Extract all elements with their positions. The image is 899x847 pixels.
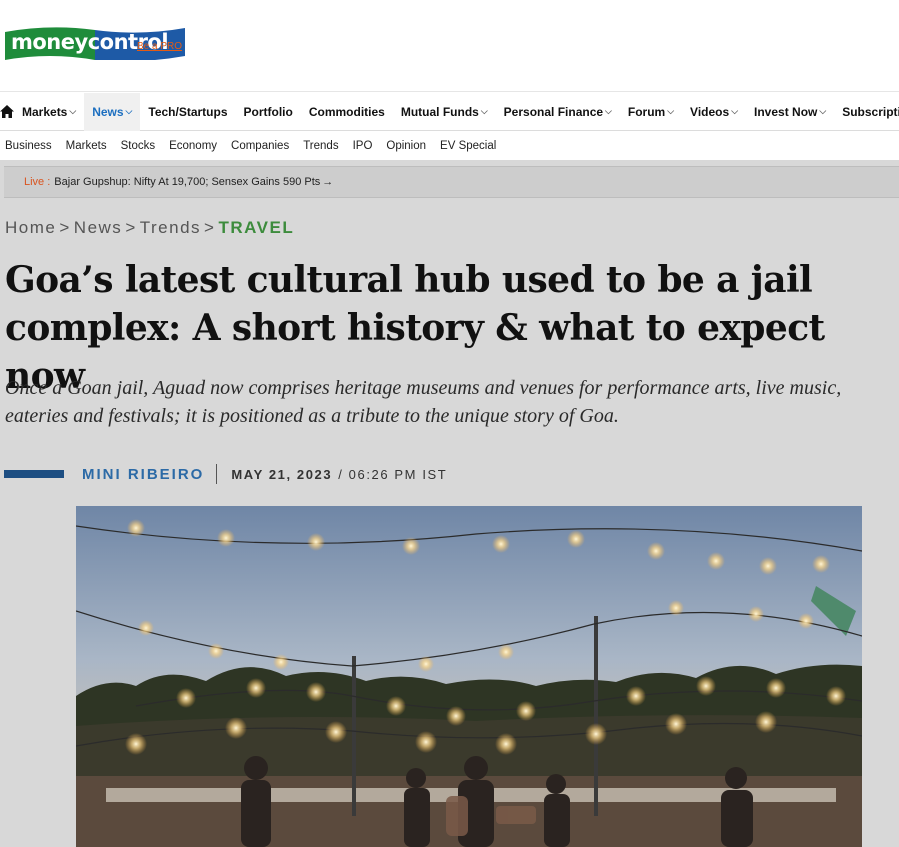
nav-item-mutual-funds[interactable]: Mutual Funds ⌵ (393, 93, 496, 131)
breadcrumb-trends[interactable]: Trends (140, 218, 201, 238)
live-label: Live : (24, 176, 51, 188)
byline: MINI RIBEIRO MAY 21, 2023 / 06:26 PM IST (4, 462, 447, 486)
subnav-item-markets[interactable]: Markets (66, 140, 107, 152)
chevron-down-icon: ⌵ (125, 106, 133, 116)
nav-item-markets[interactable]: Markets ⌵ (14, 93, 84, 131)
subnav-item-economy[interactable]: Economy (169, 140, 217, 152)
publish-date: MAY 21, 2023 (231, 466, 333, 482)
breadcrumb-travel[interactable]: TRAVEL (218, 218, 294, 238)
nav-item-tech-startups[interactable]: Tech/Startups (140, 93, 235, 131)
article-summary: Once a Goan jail, Aguad now comprises he… (5, 377, 842, 427)
breadcrumb-separator: > (204, 218, 216, 237)
nav-item-label: Invest Now (754, 104, 818, 119)
main-nav: Markets ⌵ News ⌵ Tech/Startups Portfolio Commo… (0, 92, 899, 131)
nav-item-label: Personal Finance (503, 104, 604, 119)
live-ticker[interactable]: Live : Bajar Gupshup: Nifty At 19,700; S… (4, 166, 899, 198)
breadcrumb-home[interactable]: Home (5, 218, 56, 238)
nav-item-portfolio[interactable]: Portfolio (236, 93, 301, 131)
author-name[interactable]: MINI RIBEIRO (82, 466, 204, 483)
article-area: Live : Bajar Gupshup: Nifty At 19,700; S… (0, 160, 899, 847)
live-text[interactable]: Bajar Gupshup: Nifty At 19,700; Sensex G… (54, 176, 320, 188)
chevron-down-icon: ⌵ (667, 106, 675, 116)
byline-accent-bar (4, 470, 64, 478)
nav-item-label: Markets (22, 104, 68, 119)
breadcrumb-separator: > (59, 218, 71, 237)
nav-item-label: Portfolio (243, 104, 293, 119)
subnav-item-ev-special[interactable]: EV Special (440, 140, 496, 152)
chevron-down-icon: ⌵ (69, 106, 77, 116)
breadcrumb-news[interactable]: News (74, 218, 123, 238)
subnav-item-stocks[interactable]: Stocks (121, 140, 156, 152)
nav-item-label: Tech/Startups (148, 104, 228, 119)
nav-item-news[interactable]: News ⌵ (84, 92, 141, 131)
nav-item-personal-finance[interactable]: Personal Finance ⌵ (496, 93, 620, 131)
nav-item-label: Videos (690, 104, 730, 119)
nav-item-forum[interactable]: Forum ⌵ (620, 93, 682, 131)
subnav-item-opinion[interactable]: Opinion (386, 140, 426, 152)
nav-item-label: News (92, 104, 124, 119)
nav-item-videos[interactable]: Videos ⌵ (682, 93, 746, 131)
chevron-down-icon: ⌵ (819, 106, 827, 116)
hero-illustration (76, 506, 862, 847)
nav-item-label: Commodities (308, 104, 385, 119)
nav-item-label: Mutual Funds (400, 104, 479, 119)
breadcrumb-separator: > (125, 218, 137, 237)
arrow-right-icon: → (322, 176, 334, 188)
nav-item-commodities[interactable]: Commodities (301, 93, 393, 131)
subnav-item-trends[interactable]: Trends (303, 140, 338, 152)
breadcrumb: Home > News > Trends > TRAVEL (5, 218, 294, 238)
chevron-down-icon: ⌵ (605, 106, 612, 116)
byline-divider (216, 464, 218, 484)
nav-item-subscriptio[interactable]: Subscriptio (834, 93, 899, 131)
subnav-item-companies[interactable]: Companies (231, 140, 289, 152)
home-icon[interactable] (0, 93, 14, 131)
sub-nav: Business Markets Stocks Economy Companies Tre… (0, 132, 899, 160)
subnav-item-business[interactable]: Business (5, 140, 52, 152)
nav-item-invest-now[interactable]: Invest Now ⌵ (746, 93, 834, 131)
nav-item-label: Forum (627, 104, 666, 119)
publish-time: / 06:26 PM IST (338, 466, 448, 482)
hero-image (76, 506, 862, 847)
logo-text-money: money (11, 30, 88, 54)
subnav-item-ipo[interactable]: IPO (353, 140, 373, 152)
nav-item-label: Subscriptio (842, 104, 899, 119)
be-a-pro-link[interactable]: Be a PRO (137, 41, 182, 52)
chevron-down-icon: ⌵ (480, 106, 488, 116)
site-header: moneycontrol Be a PRO (0, 0, 899, 92)
chevron-down-icon: ⌵ (731, 106, 739, 116)
